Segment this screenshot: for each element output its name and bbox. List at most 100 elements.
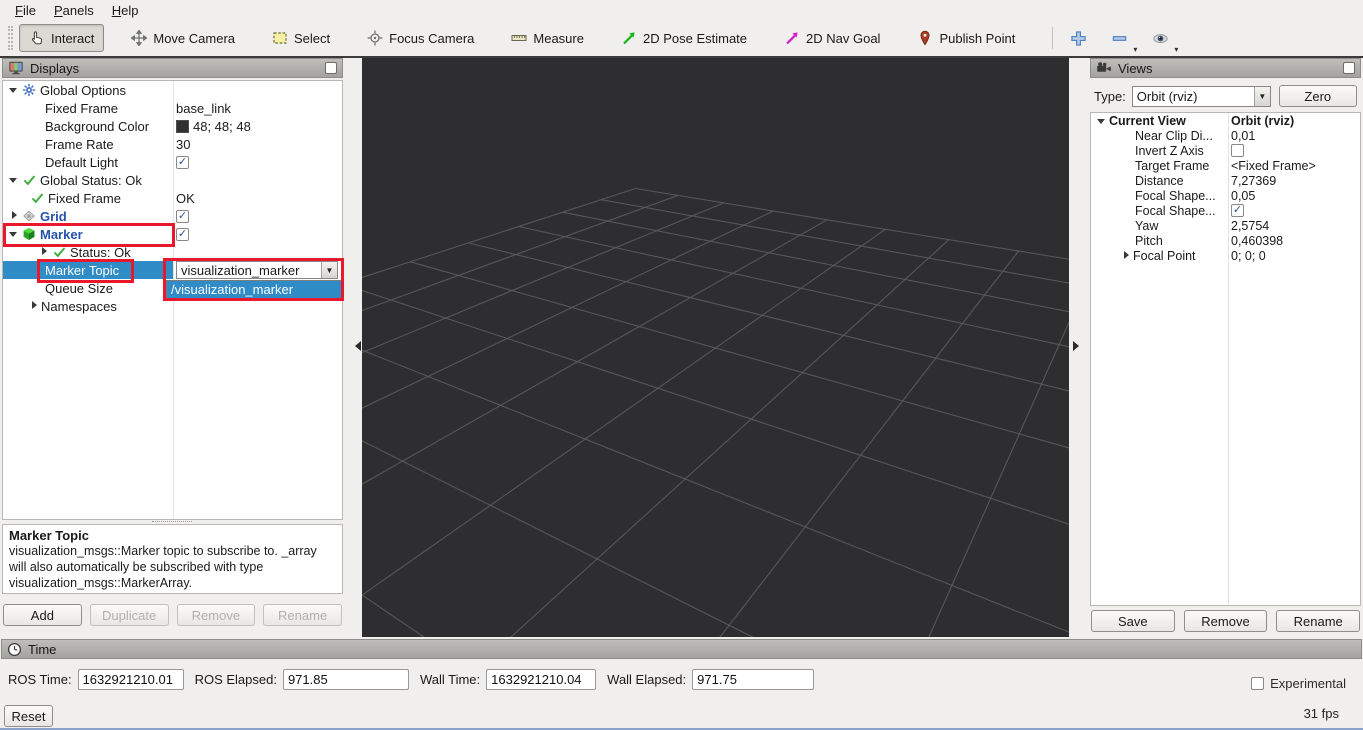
tool-2d-pose-estimate[interactable]: 2D Pose Estimate	[611, 24, 757, 52]
tool-tool-visibility[interactable]: ▾	[1145, 26, 1176, 51]
displays-label-cell: Global Status: Ok	[3, 171, 173, 189]
time-panel-header[interactable]: Time	[1, 639, 1362, 659]
views-row-near-clip-di[interactable]: Near Clip Di...0,01	[1091, 128, 1360, 143]
tool-2d-nav-goal[interactable]: 2D Nav Goal	[774, 24, 890, 52]
value-checkbox[interactable]: ✓	[1231, 204, 1244, 217]
displays-row-default-light[interactable]: Default Light✓	[3, 153, 342, 171]
tool-remove-tool[interactable]: ▾	[1104, 26, 1135, 51]
views-property-name: Target Frame	[1135, 159, 1209, 173]
ros-elapsed-input[interactable]	[283, 669, 409, 690]
displays-panel-header[interactable]: Displays	[2, 58, 343, 78]
displays-row-fixed-frame[interactable]: Fixed FrameOK	[3, 189, 342, 207]
views-row-distance[interactable]: Distance 7,27369	[1091, 173, 1360, 188]
displays-float-button[interactable]	[325, 62, 337, 74]
displays-row-marker[interactable]: Marker✓	[3, 225, 342, 243]
displays-label-cell: Fixed Frame	[3, 99, 173, 117]
add-button[interactable]: Add	[3, 604, 82, 626]
time-field-ros-elapsed: ROS Elapsed:	[195, 669, 409, 690]
menu-bar: FilePanelsHelp	[0, 0, 1363, 20]
views-property-value: 2,5754	[1231, 219, 1269, 233]
tool-measure[interactable]: Measure	[501, 24, 594, 52]
displays-row-global-options[interactable]: Global Options	[3, 81, 342, 99]
displays-value-cell: visualization_marker▼	[173, 261, 342, 279]
views-row-pitch[interactable]: Pitch0,460398	[1091, 233, 1360, 248]
views-row-focal-point[interactable]: Focal Point0; 0; 0	[1091, 248, 1360, 263]
tool-focus-camera[interactable]: Focus Camera	[357, 24, 484, 52]
displays-row-frame-rate[interactable]: Frame Rate30	[3, 135, 342, 153]
expander-down-icon[interactable]	[1095, 114, 1109, 128]
displays-property-value: 30	[176, 137, 190, 152]
expander-right-icon[interactable]	[1119, 249, 1133, 263]
displays-row-global-status-ok[interactable]: Global Status: Ok	[3, 171, 342, 189]
experimental-option[interactable]: Experimental	[1251, 676, 1346, 691]
reset-button[interactable]: Reset	[4, 705, 53, 727]
displays-row-fixed-frame[interactable]: Fixed Frame base_link	[3, 99, 342, 117]
displays-property-name: Global Status: Ok	[40, 173, 142, 188]
color-swatch[interactable]	[176, 120, 189, 133]
tool-select[interactable]: Select	[262, 24, 340, 52]
displays-row-marker-topic[interactable]: Marker Topicvisualization_marker▼	[3, 261, 342, 279]
experimental-checkbox[interactable]	[1251, 677, 1264, 690]
displays-row-namespaces[interactable]: Namespaces	[3, 297, 342, 315]
wall-elapsed-input[interactable]	[692, 669, 814, 690]
marker-topic-combo[interactable]: visualization_marker▼	[176, 261, 338, 279]
expander-down-icon[interactable]	[7, 227, 21, 241]
views-row-invert-z-axis[interactable]: Invert Z Axis	[1091, 143, 1360, 158]
expander-right-icon[interactable]	[27, 299, 41, 313]
tool-interact[interactable]: Interact	[19, 24, 104, 52]
menu-help[interactable]: Help	[103, 2, 148, 19]
expander-right-icon[interactable]	[37, 245, 51, 259]
value-checkbox[interactable]	[1231, 144, 1244, 157]
save-button[interactable]: Save	[1091, 610, 1175, 632]
expander-down-icon[interactable]	[7, 173, 21, 187]
displays-row-status-ok[interactable]: Status: Ok	[3, 243, 342, 261]
wall-time-input[interactable]	[486, 669, 596, 690]
toolbar-grip[interactable]	[8, 26, 13, 50]
displays-value-cell: base_link	[173, 99, 342, 117]
ros-elapsed-label: ROS Elapsed:	[195, 672, 277, 687]
minus-icon	[1111, 30, 1128, 47]
expander-down-icon[interactable]	[7, 83, 21, 97]
displays-property-name: Fixed Frame	[45, 101, 118, 116]
remove-button[interactable]: Remove	[1184, 610, 1268, 632]
expander-right-icon[interactable]	[7, 209, 21, 223]
rename-button: Rename	[263, 604, 342, 626]
displays-row-background-color[interactable]: Background Color48; 48; 48	[3, 117, 342, 135]
tool-move-camera[interactable]: Move Camera	[121, 24, 245, 52]
displays-label-cell: Background Color	[3, 117, 173, 135]
views-label-cell: Invert Z Axis	[1091, 143, 1228, 158]
rename-button[interactable]: Rename	[1276, 610, 1360, 632]
displays-row-grid[interactable]: Grid✓	[3, 207, 342, 225]
views-property-value: Orbit (rviz)	[1231, 114, 1294, 128]
tool-publish-point[interactable]: Publish Point	[907, 24, 1025, 52]
views-row-focal-shape[interactable]: Focal Shape...0,05	[1091, 188, 1360, 203]
marker-topic-popup-item[interactable]: /visualization_marker	[167, 281, 341, 298]
collapse-left-arrow-icon[interactable]	[350, 341, 361, 351]
views-camera-icon	[1096, 60, 1112, 76]
collapse-right-arrow-icon[interactable]	[1073, 341, 1084, 351]
arrow-green-icon	[621, 30, 637, 46]
views-type-combo[interactable]: Orbit (rviz) ▼	[1132, 86, 1271, 107]
views-value-cell: 7,27369	[1228, 173, 1360, 188]
value-checkbox[interactable]: ✓	[176, 228, 189, 241]
views-property-name: Distance	[1135, 174, 1184, 188]
zero-button[interactable]: Zero	[1279, 85, 1357, 107]
value-checkbox[interactable]: ✓	[176, 210, 189, 223]
value-checkbox[interactable]: ✓	[176, 156, 189, 169]
views-value-cell: 0,01	[1228, 128, 1360, 143]
views-panel-header[interactable]: Views	[1090, 58, 1361, 78]
views-type-row: Type: Orbit (rviz) ▼ Zero	[1090, 84, 1361, 108]
menu-panels[interactable]: Panels	[45, 2, 103, 19]
views-row-current-view[interactable]: Current ViewOrbit (rviz)	[1091, 113, 1360, 128]
ros-time-input[interactable]	[78, 669, 184, 690]
menu-file[interactable]: File	[6, 2, 45, 19]
views-row-target-frame[interactable]: Target Frame<Fixed Frame>	[1091, 158, 1360, 173]
views-row-focal-shape[interactable]: Focal Shape...✓	[1091, 203, 1360, 218]
views-float-button[interactable]	[1343, 62, 1355, 74]
tool-add-tool[interactable]	[1063, 26, 1094, 51]
views-row-yaw[interactable]: Yaw2,5754	[1091, 218, 1360, 233]
displays-label-cell: Marker Topic	[3, 261, 173, 279]
views-panel: Views Type: Orbit (rviz) ▼ Zero Current …	[1090, 58, 1361, 637]
render-viewport[interactable]	[362, 58, 1069, 637]
combo-arrow-icon[interactable]: ▼	[321, 262, 337, 278]
